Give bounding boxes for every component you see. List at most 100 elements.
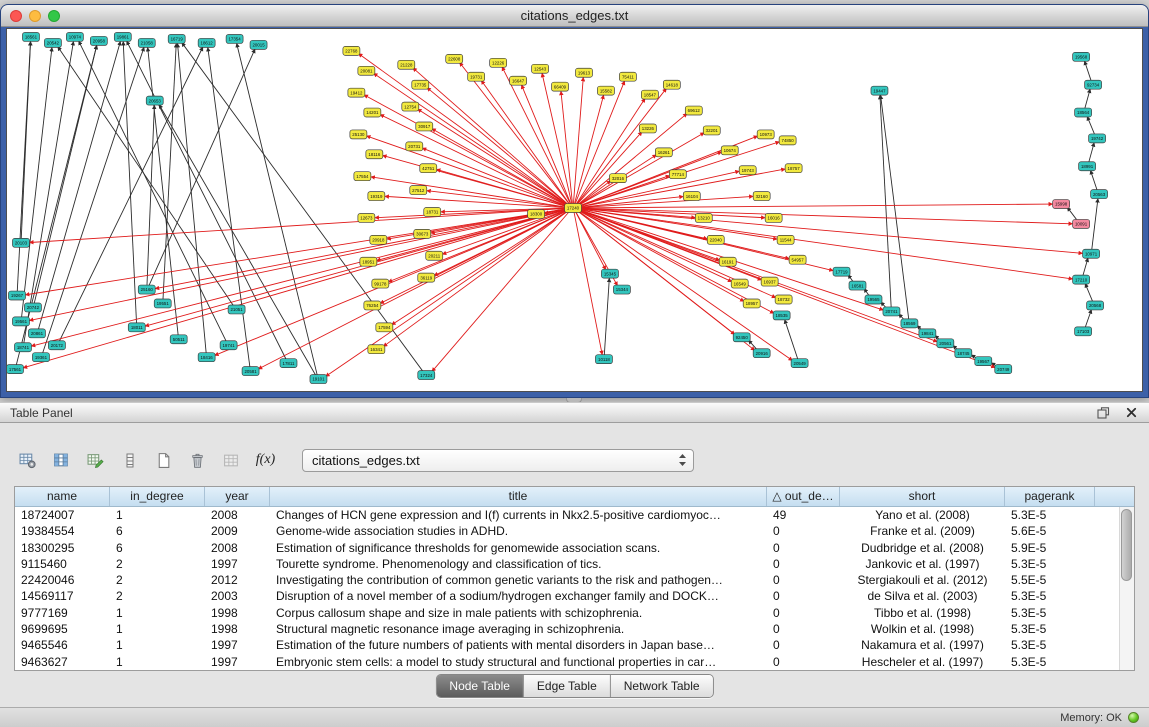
column-header-title[interactable]: title: [270, 487, 767, 506]
table-settings-button[interactable]: [14, 447, 41, 473]
graph-node[interactable]: 27512: [410, 186, 427, 195]
table-row[interactable]: 1938455462009Genome-wide association stu…: [15, 523, 1119, 539]
graph-node[interactable]: 10674: [721, 146, 738, 155]
graph-node[interactable]: 19267: [8, 291, 25, 300]
graph-node[interactable]: 16719: [168, 34, 185, 43]
table-select-dropdown[interactable]: citations_edges.txt: [302, 449, 694, 472]
graph-node[interactable]: 74850: [779, 136, 796, 145]
float-panel-button[interactable]: [1093, 404, 1113, 421]
graph-node[interactable]: 18991: [1079, 162, 1096, 171]
graph-node[interactable]: 18116: [366, 150, 383, 159]
graph-node[interactable]: 21051: [228, 305, 245, 314]
minimize-window-button[interactable]: [29, 10, 41, 22]
graph-node[interactable]: 42751: [420, 164, 437, 173]
graph-node[interactable]: 22040: [707, 235, 724, 244]
graph-node[interactable]: 22608: [446, 54, 463, 63]
graph-node[interactable]: 12543: [532, 64, 549, 73]
graph-node[interactable]: 19447: [871, 86, 888, 95]
graph-node[interactable]: 32201: [703, 126, 720, 135]
graph-node[interactable]: 20172: [48, 341, 65, 350]
graph-node[interactable]: 20742: [24, 303, 41, 312]
tab-network-table[interactable]: Network Table: [611, 675, 713, 697]
graph-node[interactable]: 20103: [12, 238, 29, 247]
graph-node[interactable]: 17561: [7, 365, 23, 374]
table-scrollbar-thumb[interactable]: [1121, 509, 1132, 581]
table-row[interactable]: 1872400712008Changes of HCN gene express…: [15, 507, 1119, 523]
table-row[interactable]: 2242004622012Investigating the contribut…: [15, 572, 1119, 588]
graph-node[interactable]: 18535: [773, 311, 790, 320]
graph-node[interactable]: 19567: [975, 357, 992, 366]
graph-node[interactable]: 19101: [310, 375, 327, 384]
graph-node[interactable]: 20015: [250, 40, 267, 49]
close-panel-button[interactable]: [1121, 404, 1141, 421]
column-header-short[interactable]: short: [840, 487, 1005, 506]
graph-node[interactable]: 99178: [372, 279, 389, 288]
graph-node[interactable]: 20958: [90, 36, 107, 45]
graph-node[interactable]: 18416: [198, 353, 215, 362]
zoom-window-button[interactable]: [48, 10, 60, 22]
graph-node[interactable]: 17210: [1073, 275, 1090, 284]
graph-node[interactable]: 19742: [1089, 134, 1106, 143]
graph-node[interactable]: 17103: [1075, 327, 1092, 336]
window-titlebar[interactable]: citations_edges.txt: [1, 5, 1148, 27]
graph-node[interactable]: 36119: [418, 273, 435, 282]
graph-node[interactable]: 76254: [364, 301, 381, 310]
graph-node[interactable]: 66409: [552, 82, 569, 91]
graph-node[interactable]: 10973: [757, 130, 774, 139]
graph-node[interactable]: 20653: [146, 96, 163, 105]
column-header-in_degree[interactable]: in_degree: [110, 487, 205, 506]
graph-node[interactable]: 77714: [669, 170, 686, 179]
column-header-year[interactable]: year: [205, 487, 270, 506]
graph-node[interactable]: 18569: [901, 319, 918, 328]
graph-node[interactable]: 30917: [416, 122, 433, 131]
column-header-pagerank[interactable]: pagerank: [1005, 487, 1095, 506]
graph-node[interactable]: 18745: [955, 349, 972, 358]
edit-columns-button[interactable]: [82, 447, 109, 473]
graph-node[interactable]: 13226: [639, 124, 656, 133]
graph-node[interactable]: 32160: [753, 192, 770, 201]
show-columns-button[interactable]: [48, 447, 75, 473]
graph-node[interactable]: 16261: [655, 148, 672, 157]
graph-node[interactable]: 19319: [368, 192, 385, 201]
graph-node[interactable]: 10118: [595, 355, 612, 364]
graph-node[interactable]: 18612: [198, 38, 215, 47]
graph-node[interactable]: 18757: [785, 164, 802, 173]
graph-node[interactable]: 17811: [280, 359, 297, 368]
graph-node[interactable]: 17594: [376, 323, 393, 332]
graph-node[interactable]: 16549: [731, 279, 748, 288]
graph-node[interactable]: 12673: [358, 213, 375, 222]
graph-node[interactable]: 18300: [528, 210, 545, 219]
graph-node[interactable]: 17554: [354, 172, 371, 181]
column-header-out_degree[interactable]: △ out_de…: [767, 487, 840, 506]
graph-node[interactable]: 16016: [765, 213, 782, 222]
table-row[interactable]: 1830029562008Estimation of significance …: [15, 540, 1119, 556]
graph-node[interactable]: 19551: [154, 299, 171, 308]
row-options-button[interactable]: [116, 447, 143, 473]
graph-node[interactable]: 16341: [368, 345, 385, 354]
graph-node[interactable]: 19568: [1073, 52, 1090, 61]
graph-node[interactable]: 18732: [775, 295, 792, 304]
graph-node[interactable]: 16104: [683, 192, 700, 201]
graph-node[interactable]: 21228: [398, 60, 415, 69]
graph-node[interactable]: 20211: [426, 251, 443, 260]
import-table-button[interactable]: [218, 447, 245, 473]
graph-node[interactable]: 18957: [743, 299, 760, 308]
graph-node[interactable]: 10974: [66, 32, 83, 41]
table-row[interactable]: 946554611997Estimation of the future num…: [15, 637, 1119, 653]
graph-node[interactable]: 92734: [1085, 80, 1102, 89]
graph-node[interactable]: 54957: [789, 255, 806, 264]
graph-node[interactable]: 20731: [406, 142, 423, 151]
graph-node[interactable]: 22768: [343, 46, 360, 55]
graph-svg[interactable]: 1724022768200811941214201251301811617554…: [7, 29, 1142, 391]
graph-node[interactable]: 17719: [833, 267, 850, 276]
graph-node[interactable]: 12226: [490, 58, 507, 67]
graph-node[interactable]: 18011: [128, 323, 145, 332]
graph-node[interactable]: 12754: [402, 102, 419, 111]
table-row[interactable]: 911546021997Tourette syndrome. Phenomeno…: [15, 556, 1119, 572]
graph-node[interactable]: 10091: [1073, 219, 1090, 228]
graph-node[interactable]: 18547: [641, 90, 658, 99]
graph-node[interactable]: 30673: [414, 229, 431, 238]
graph-node[interactable]: 17354: [226, 34, 243, 43]
graph-node[interactable]: 20749: [995, 365, 1012, 374]
graph-node[interactable]: 18951: [360, 257, 377, 266]
